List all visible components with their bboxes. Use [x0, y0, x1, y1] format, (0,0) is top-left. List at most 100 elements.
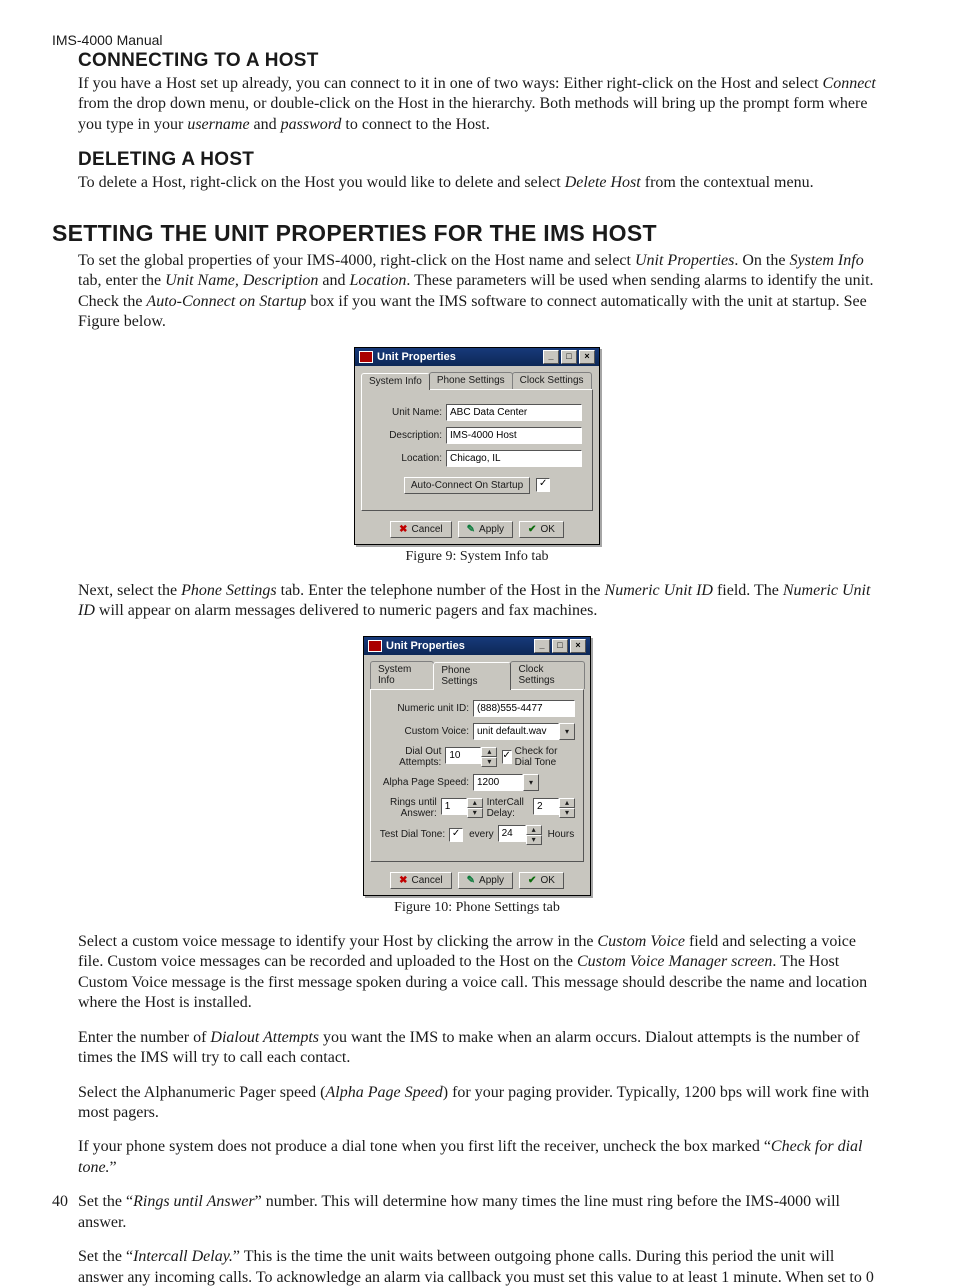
dialog-title: Unit Properties [386, 640, 465, 652]
minimize-icon[interactable]: _ [543, 350, 559, 364]
heading-deleting: Deleting a Host [78, 149, 876, 171]
spin-down-icon[interactable]: ▾ [526, 835, 542, 845]
check-icon: ✔ [528, 875, 536, 886]
tab-clock-settings[interactable]: Clock Settings [510, 661, 585, 689]
para-connecting: If you have a Host set up already, you c… [78, 74, 876, 135]
ok-label: OK [540, 875, 554, 886]
label-numeric-unit-id: Numeric unit ID: [379, 703, 473, 714]
close-icon[interactable]: × [579, 350, 595, 364]
checkbox-auto-connect[interactable]: ✓ [536, 478, 550, 492]
checkbox-check-dial-tone[interactable]: ✓ [502, 750, 512, 764]
spin-down-icon[interactable]: ▾ [559, 808, 575, 818]
apply-button[interactable]: ✎Apply [458, 521, 513, 538]
em-rings-until-answer: Rings until Answer [133, 1193, 255, 1210]
apply-icon: ✎ [467, 524, 475, 535]
heading-connecting: Connecting to a Host [78, 50, 876, 72]
dialog-unit-properties-phone-settings: Unit Properties _ □ × System Info Phone … [363, 636, 591, 896]
text: To delete a Host, right-click on the Hos… [78, 174, 565, 191]
para-custom-voice: Select a custom voice message to identif… [78, 932, 876, 1014]
text: . On the [734, 252, 789, 269]
em-system-info: System Info [789, 252, 863, 269]
tab-system-info[interactable]: System Info [370, 661, 434, 689]
cancel-button[interactable]: ✖ Cancel [390, 521, 452, 538]
titlebar[interactable]: Unit Properties _ □ × [355, 348, 599, 366]
text: Set the “ [78, 1193, 133, 1210]
checkbox-test-dial-tone[interactable]: ✓ [449, 828, 463, 842]
label-check-dial-tone: Check for Dial Tone [515, 746, 575, 768]
em-alpha-page-speed: Alpha Page Speed [325, 1084, 442, 1101]
para-deleting: To delete a Host, right-click on the Hos… [78, 173, 876, 193]
input-intercall-delay[interactable]: 2 [533, 798, 559, 815]
select-custom-voice[interactable]: unit default.wav [473, 723, 559, 740]
ok-button[interactable]: ✔ OK [519, 872, 564, 889]
input-rings-until-answer[interactable]: 1 [441, 798, 467, 815]
spin-up-icon[interactable]: ▴ [467, 798, 483, 808]
tab-phone-settings[interactable]: Phone Settings [433, 662, 511, 690]
input-unit-name[interactable]: ABC Data Center [446, 404, 582, 421]
para-rings-until-answer: Set the “Rings until Answer” number. Thi… [78, 1192, 876, 1233]
em-custom-voice-manager: Custom Voice Manager screen [577, 953, 772, 970]
figure-10-caption: Figure 10: Phone Settings tab [78, 900, 876, 916]
spin-down-icon[interactable]: ▾ [481, 757, 497, 767]
em-connect: Connect [823, 75, 876, 92]
tab-panel-system-info: Unit Name: ABC Data Center Description: … [361, 389, 593, 511]
label-test-dial-tone: Test Dial Tone: [380, 829, 445, 840]
input-location[interactable]: Chicago, IL [446, 450, 582, 467]
text: from the contextual menu. [641, 174, 814, 191]
label-alpha-page-speed: Alpha Page Speed: [379, 777, 473, 788]
text: and [318, 272, 349, 289]
label-dial-out-attempts: Dial Out Attempts: [379, 746, 445, 768]
maximize-icon[interactable]: □ [552, 639, 568, 653]
apply-label: Apply [479, 875, 504, 886]
em-dialout-attempts: Dialout Attempts [210, 1029, 319, 1046]
text: tab, enter the [78, 272, 165, 289]
em-auto-connect: Auto-Connect on Startup [146, 293, 306, 310]
app-icon [368, 640, 382, 652]
dropdown-icon[interactable]: ▾ [559, 723, 575, 740]
label-custom-voice: Custom Voice: [379, 726, 473, 737]
text: If you have a Host set up already, you c… [78, 75, 823, 92]
input-numeric-unit-id[interactable]: (888)555-4477 [473, 700, 575, 717]
page-number: 40 [52, 1193, 68, 1211]
para-alpha-page-speed: Select the Alphanumeric Pager speed (Alp… [78, 1083, 876, 1124]
x-icon: ✖ [399, 524, 407, 535]
label-intercall-delay: InterCall Delay: [487, 797, 531, 819]
running-header: IMS-4000 Manual [52, 32, 876, 48]
spin-up-icon[interactable]: ▴ [481, 747, 497, 757]
input-description[interactable]: IMS-4000 Host [446, 427, 582, 444]
label-auto-connect: Auto-Connect On Startup [404, 477, 530, 494]
label-unit-name: Unit Name: [372, 407, 446, 418]
heading-unit-properties: Setting the Unit Properties for the IMS … [52, 220, 876, 247]
spin-down-icon[interactable]: ▾ [467, 808, 483, 818]
select-alpha-page-speed[interactable]: 1200 [473, 774, 523, 791]
cancel-label: Cancel [412, 524, 443, 535]
input-dial-out-attempts[interactable]: 10 [445, 747, 481, 764]
text: field. The [713, 582, 783, 599]
para-dialout-attempts: Enter the number of Dialout Attempts you… [78, 1028, 876, 1069]
text: If your phone system does not produce a … [78, 1138, 771, 1155]
close-icon[interactable]: × [570, 639, 586, 653]
tab-phone-settings[interactable]: Phone Settings [429, 372, 513, 389]
maximize-icon[interactable]: □ [561, 350, 577, 364]
spin-up-icon[interactable]: ▴ [559, 798, 575, 808]
text: and [250, 116, 281, 133]
em-custom-voice: Custom Voice [597, 933, 685, 950]
tab-system-info[interactable]: System Info [361, 373, 430, 390]
apply-button[interactable]: ✎Apply [458, 872, 513, 889]
text: ” [110, 1159, 117, 1176]
text: to connect to the Host. [341, 116, 489, 133]
para-next: Next, select the Phone Settings tab. Ent… [78, 581, 876, 622]
text: Set the “ [78, 1248, 133, 1265]
em-unit-name-desc: Unit Name, Description [165, 272, 318, 289]
spin-up-icon[interactable]: ▴ [526, 825, 542, 835]
input-test-dial-tone-hours[interactable]: 24 [498, 825, 526, 842]
dialog-title: Unit Properties [377, 351, 456, 363]
tab-clock-settings[interactable]: Clock Settings [512, 372, 592, 389]
minimize-icon[interactable]: _ [534, 639, 550, 653]
ok-button[interactable]: ✔OK [519, 521, 564, 538]
em-password: password [281, 116, 342, 133]
x-icon: ✖ [399, 875, 407, 886]
cancel-button[interactable]: ✖Cancel [390, 872, 452, 889]
dropdown-icon[interactable]: ▾ [523, 774, 539, 791]
titlebar[interactable]: Unit Properties _ □ × [364, 637, 590, 655]
